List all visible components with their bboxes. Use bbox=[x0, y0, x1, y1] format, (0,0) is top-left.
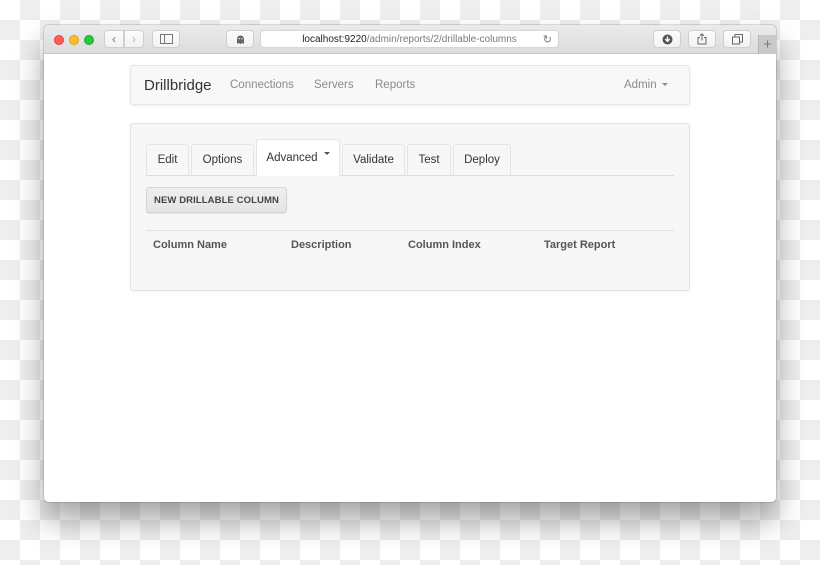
top-navbar: Drillbridge Connections Servers Reports … bbox=[130, 65, 690, 105]
admin-menu[interactable]: Admin bbox=[624, 79, 668, 91]
tabs-overview-icon bbox=[731, 33, 743, 44]
tab-label: Test bbox=[418, 154, 440, 166]
admin-menu-label: Admin bbox=[624, 79, 657, 91]
brand-logo[interactable]: Drillbridge bbox=[144, 77, 212, 94]
nav-link-connections[interactable]: Connections bbox=[230, 79, 294, 91]
column-header-target-report: Target Report bbox=[544, 239, 616, 251]
report-tabs: Edit Options Advanced Validate Test Depl… bbox=[146, 139, 674, 176]
plus-icon: + bbox=[763, 36, 772, 53]
show-tabs-button[interactable] bbox=[723, 30, 751, 48]
tab-label: Validate bbox=[353, 154, 394, 166]
tab-label: Options bbox=[202, 154, 243, 166]
tab-options[interactable]: Options bbox=[191, 144, 254, 176]
downloads-button[interactable] bbox=[653, 30, 681, 48]
caret-down-icon bbox=[661, 83, 668, 87]
extension-button[interactable] bbox=[226, 30, 254, 48]
sidebar-icon bbox=[159, 34, 173, 44]
tab-label: Edit bbox=[157, 154, 178, 166]
chevron-right-icon: › bbox=[132, 32, 136, 46]
drillable-columns-table-header: Column Name Description Column Index Tar… bbox=[146, 230, 674, 260]
tab-label: Advanced bbox=[266, 152, 318, 164]
tab-edit[interactable]: Edit bbox=[146, 144, 189, 176]
address-bar[interactable]: localhost:9220/admin/reports/2/drillable… bbox=[260, 30, 559, 48]
share-icon bbox=[697, 33, 707, 45]
caret-down-icon bbox=[323, 152, 330, 155]
report-panel: Edit Options Advanced Validate Test Depl… bbox=[130, 123, 690, 291]
browser-toolbar: ‹ › localhost:9220/admin/reports/2/drill… bbox=[44, 25, 776, 54]
tab-label: Deploy bbox=[464, 154, 500, 166]
page-viewport: Drillbridge Connections Servers Reports … bbox=[44, 54, 776, 502]
share-button[interactable] bbox=[688, 30, 716, 48]
column-header-column-name: Column Name bbox=[153, 239, 227, 251]
nav-link-servers[interactable]: Servers bbox=[314, 79, 354, 91]
url-path: /admin/reports/2/drillable-columns bbox=[366, 33, 517, 45]
column-header-description: Description bbox=[291, 239, 352, 251]
download-icon bbox=[662, 34, 672, 44]
column-header-column-index: Column Index bbox=[408, 239, 481, 251]
nav-link-reports[interactable]: Reports bbox=[375, 79, 415, 91]
tab-deploy[interactable]: Deploy bbox=[453, 144, 511, 176]
close-window-button[interactable] bbox=[54, 35, 64, 45]
ghost-extension-icon bbox=[236, 35, 244, 44]
tab-advanced[interactable]: Advanced bbox=[256, 139, 340, 176]
url-host: localhost:9220 bbox=[302, 33, 367, 45]
forward-button[interactable]: › bbox=[124, 30, 144, 48]
minimize-window-button[interactable] bbox=[69, 35, 79, 45]
reload-icon[interactable]: ↻ bbox=[543, 33, 552, 46]
back-button[interactable]: ‹ bbox=[104, 30, 124, 48]
browser-window: ‹ › localhost:9220/admin/reports/2/drill… bbox=[44, 25, 776, 502]
new-drillable-column-button[interactable]: NEW DRILLABLE COLUMN bbox=[146, 187, 287, 213]
maximize-window-button[interactable] bbox=[84, 35, 94, 45]
tab-test[interactable]: Test bbox=[407, 144, 451, 176]
chevron-left-icon: ‹ bbox=[112, 32, 116, 46]
new-tab-button[interactable]: + bbox=[758, 35, 776, 54]
sidebar-toggle-button[interactable] bbox=[152, 30, 180, 48]
tab-validate[interactable]: Validate bbox=[342, 144, 405, 176]
